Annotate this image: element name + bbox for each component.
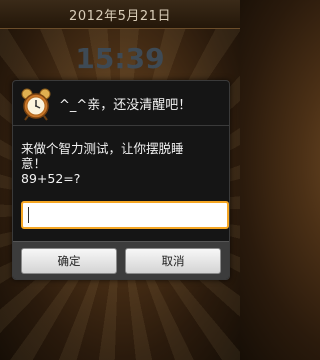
answer-input[interactable] (21, 201, 229, 229)
date-label: 2012年5月21日 (69, 8, 171, 24)
text-cursor (28, 207, 29, 223)
message-line-1: 来做个智力测试，让你摆脱睡 (21, 141, 184, 156)
cancel-button[interactable]: 取消 (125, 248, 221, 274)
dialog-header: ^_^亲，还没清醒吧！ (13, 81, 229, 126)
quiz-dialog: ^_^亲，还没清醒吧！ 来做个智力测试，让你摆脱睡 意！ 89+52=? 确定 … (12, 80, 230, 280)
date-bar: 2012年5月21日 (0, 0, 240, 29)
clock-time: 15:39 (75, 42, 165, 75)
dialog-message: 来做个智力测试，让你摆脱睡 意！ 89+52=? (21, 141, 225, 186)
alarm-clock-icon (21, 88, 51, 121)
confirm-button[interactable]: 确定 (21, 248, 117, 274)
message-line-2: 意！ (21, 156, 47, 171)
dialog-button-bar: 确定 取消 (13, 241, 229, 279)
math-question: 89+52=? (21, 171, 81, 186)
dialog-title: ^_^亲，还没清醒吧！ (59, 98, 192, 113)
